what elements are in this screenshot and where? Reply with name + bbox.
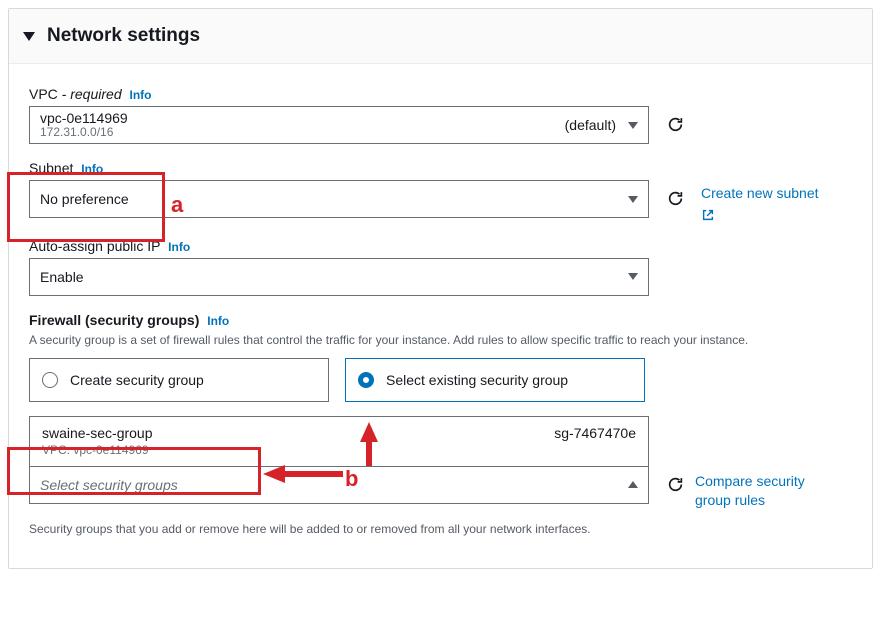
- network-settings-panel: Network settings VPC - required Info vpc…: [8, 8, 873, 569]
- vpc-refresh-button[interactable]: [665, 114, 685, 134]
- vpc-field: VPC - required Info vpc-0e114969 172.31.…: [29, 86, 852, 144]
- vpc-default-tag: (default): [565, 117, 616, 133]
- refresh-icon: [667, 476, 684, 493]
- subnet-refresh-button[interactable]: [665, 188, 685, 208]
- subnet-label: Subnet: [29, 160, 73, 176]
- radio-existing-label: Select existing security group: [386, 372, 568, 388]
- chevron-down-icon: [628, 122, 638, 129]
- compare-sg-rules-link[interactable]: Compare security group rules: [695, 472, 825, 511]
- selected-sg-id: sg-7467470e: [554, 425, 636, 458]
- public-ip-info-link[interactable]: Info: [168, 240, 190, 254]
- vpc-label: VPC: [29, 86, 58, 102]
- firewall-label: Firewall (security groups): [29, 312, 199, 328]
- firewall-field: Firewall (security groups) Info A securi…: [29, 312, 852, 538]
- vpc-value: vpc-0e114969: [40, 110, 128, 126]
- firewall-info-link[interactable]: Info: [207, 314, 229, 328]
- radio-icon-selected: [358, 372, 374, 388]
- radio-existing-sg[interactable]: Select existing security group: [345, 358, 645, 402]
- public-ip-select[interactable]: Enable: [29, 258, 649, 296]
- radio-create-label: Create security group: [70, 372, 204, 388]
- radio-create-sg[interactable]: Create security group: [29, 358, 329, 402]
- vpc-cidr: 172.31.0.0/16: [40, 126, 128, 140]
- chevron-down-icon: [628, 273, 638, 280]
- refresh-icon: [667, 190, 684, 207]
- subnet-field: Subnet Info No preference Create new sub…: [29, 160, 852, 222]
- chevron-up-icon: [628, 481, 638, 488]
- refresh-icon: [667, 116, 684, 133]
- sg-search-select[interactable]: Select security groups: [29, 466, 649, 504]
- external-link-icon: [701, 208, 715, 222]
- panel-header[interactable]: Network settings: [9, 9, 872, 64]
- selected-sg-name: swaine-sec-group: [42, 425, 153, 443]
- vpc-required: - required: [58, 86, 122, 102]
- chevron-down-icon: [628, 196, 638, 203]
- firewall-footer-note: Security groups that you add or remove h…: [29, 521, 852, 538]
- selected-sg-vpc: VPC: vpc-0e114969: [42, 443, 153, 458]
- vpc-select[interactable]: vpc-0e114969 172.31.0.0/16 (default): [29, 106, 649, 144]
- caret-down-icon: [23, 32, 35, 41]
- selected-sg-chip: swaine-sec-group VPC: vpc-0e114969 sg-74…: [29, 416, 649, 466]
- vpc-info-link[interactable]: Info: [130, 88, 152, 102]
- public-ip-field: Auto-assign public IP Info Enable: [29, 238, 852, 296]
- radio-icon: [42, 372, 58, 388]
- subnet-select[interactable]: No preference: [29, 180, 649, 218]
- panel-title: Network settings: [47, 25, 200, 47]
- panel-body: VPC - required Info vpc-0e114969 172.31.…: [9, 64, 872, 568]
- public-ip-value: Enable: [40, 269, 84, 285]
- sg-search-placeholder: Select security groups: [40, 477, 178, 493]
- public-ip-label: Auto-assign public IP: [29, 238, 160, 254]
- subnet-value: No preference: [40, 191, 129, 207]
- firewall-helper: A security group is a set of firewall ru…: [29, 332, 852, 349]
- subnet-info-link[interactable]: Info: [81, 162, 103, 176]
- create-subnet-link[interactable]: Create new subnet: [701, 184, 819, 222]
- sg-refresh-button[interactable]: [665, 475, 685, 495]
